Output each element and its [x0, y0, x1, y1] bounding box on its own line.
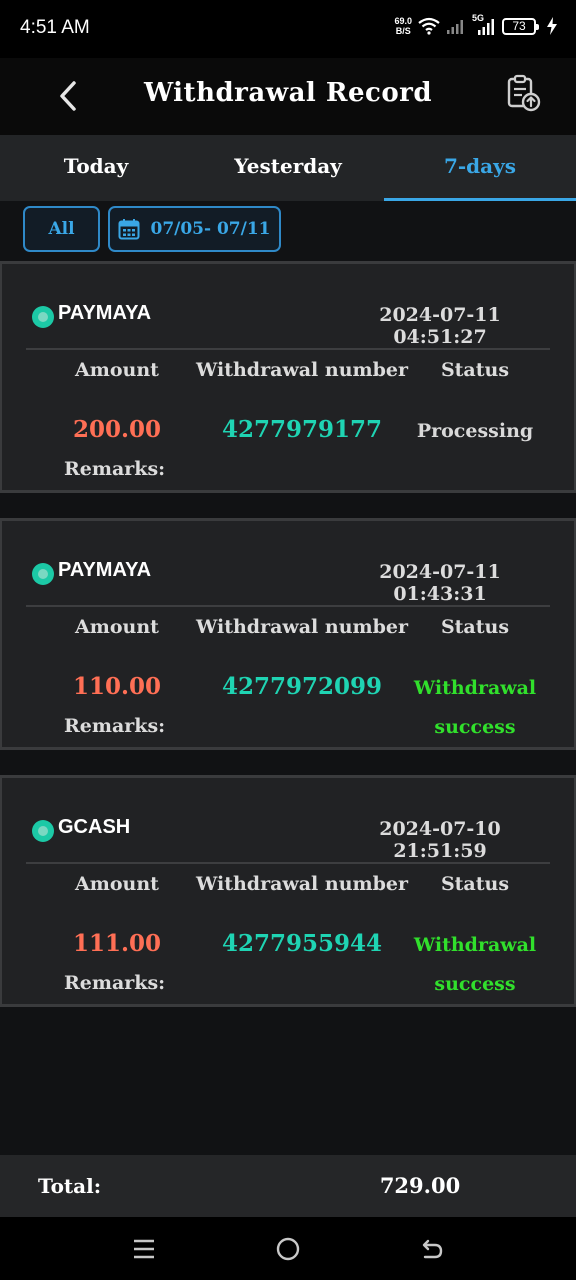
system-nav-bar — [0, 1217, 576, 1280]
status-time: 4:51 AM — [20, 17, 90, 38]
amount-label: Amount — [75, 359, 159, 381]
total-value: 729.00 — [379, 1173, 461, 1198]
payment-method-icon — [32, 306, 54, 328]
charging-icon — [547, 17, 557, 35]
record-card-header: GCASH 2024-07-10 21:51:59 — [26, 778, 550, 864]
wifi-icon — [418, 17, 440, 35]
record-card[interactable]: PAYMAYA 2024-07-11 01:43:31 Amount Withd… — [0, 518, 576, 750]
withdrawal-number-value: 4277955944 — [221, 930, 383, 957]
record-card[interactable]: GCASH 2024-07-10 21:51:59 Amount Withdra… — [0, 775, 576, 1007]
back-icon — [422, 1239, 443, 1259]
export-button[interactable] — [504, 74, 544, 114]
type-filter-label: All — [48, 219, 75, 239]
withdrawal-number-value: 4277972099 — [221, 673, 383, 700]
remarks-label: Remarks: — [64, 972, 166, 994]
date-range-button[interactable]: 07/05- 07/11 — [108, 206, 281, 252]
status-value-line1: Processing — [416, 420, 534, 442]
withdrawal-number-label: Withdrawal number — [195, 873, 409, 895]
status-value-line2: success — [434, 716, 516, 738]
menu-icon — [134, 1239, 154, 1259]
status-label: Status — [440, 359, 510, 381]
status-value-line1: Withdrawal — [413, 934, 537, 956]
home-button[interactable] — [268, 1229, 308, 1269]
status-value-line2: success — [434, 973, 516, 995]
home-icon — [276, 1237, 300, 1261]
signal-5g-icon: 5G — [472, 13, 496, 35]
record-card[interactable]: PAYMAYA 2024-07-11 04:51:27 Amount Withd… — [0, 261, 576, 493]
recents-button[interactable] — [124, 1229, 164, 1269]
record-card-header: PAYMAYA 2024-07-11 04:51:27 — [26, 264, 550, 350]
status-value: Withdrawal success — [402, 669, 548, 747]
remarks-label: Remarks: — [64, 458, 166, 480]
record-datetime: 2024-07-10 21:51:59 — [379, 818, 501, 862]
payment-method-name: PAYMAYA — [58, 302, 152, 324]
payment-method-icon — [32, 563, 54, 585]
status-label: Status — [440, 616, 510, 638]
total-bar: Total: 729.00 — [0, 1155, 576, 1217]
status-bar: 4:51 AM 69.0 B/S 5G 73 — [0, 0, 576, 58]
amount-value: 111.00 — [72, 930, 162, 957]
amount-value: 200.00 — [72, 416, 162, 443]
back-nav-button[interactable] — [412, 1229, 452, 1269]
withdrawal-number-label: Withdrawal number — [195, 359, 409, 381]
net-speed-unit: B/S — [395, 26, 411, 36]
record-datetime: 2024-07-11 01:43:31 — [379, 561, 501, 605]
payment-method-name: PAYMAYA — [58, 559, 152, 581]
net-speed: 69.0 B/S — [394, 16, 412, 36]
tab-today[interactable]: Today — [0, 135, 192, 201]
amount-value: 110.00 — [72, 673, 162, 700]
payment-method-icon — [32, 820, 54, 842]
battery-icon: 73 — [502, 17, 539, 35]
status-value: Withdrawal success — [402, 926, 548, 1004]
type-filter-button[interactable]: All — [23, 206, 100, 252]
header: Withdrawal Record — [0, 58, 576, 135]
date-range-label: 07/05- 07/11 — [150, 219, 271, 239]
total-label: Total: — [38, 1174, 102, 1198]
clipboard-upload-icon — [507, 74, 541, 112]
tab-7-days[interactable]: 7-days — [384, 135, 576, 201]
remarks-label: Remarks: — [64, 715, 166, 737]
calendar-icon — [118, 219, 140, 240]
status-icons: 69.0 B/S 5G 73 — [394, 13, 558, 36]
status-label: Status — [440, 873, 510, 895]
payment-method-name: GCASH — [58, 816, 131, 838]
status-value-line1: Withdrawal — [413, 677, 537, 699]
page-title: Withdrawal Record — [143, 78, 433, 108]
filter-row: All 07/05- 07/11 — [0, 201, 576, 261]
status-value: Processing — [402, 412, 548, 451]
amount-label: Amount — [75, 616, 159, 638]
record-card-header: PAYMAYA 2024-07-11 01:43:31 — [26, 521, 550, 607]
withdrawal-number-value: 4277979177 — [221, 416, 383, 443]
net-speed-value: 69.0 — [394, 16, 412, 26]
amount-label: Amount — [75, 873, 159, 895]
withdrawal-number-label: Withdrawal number — [195, 616, 409, 638]
tab-yesterday[interactable]: Yesterday — [192, 135, 384, 201]
signal-icon — [447, 20, 463, 34]
tab-bar: Today Yesterday 7-days — [0, 135, 576, 201]
record-datetime: 2024-07-11 04:51:27 — [379, 304, 501, 348]
